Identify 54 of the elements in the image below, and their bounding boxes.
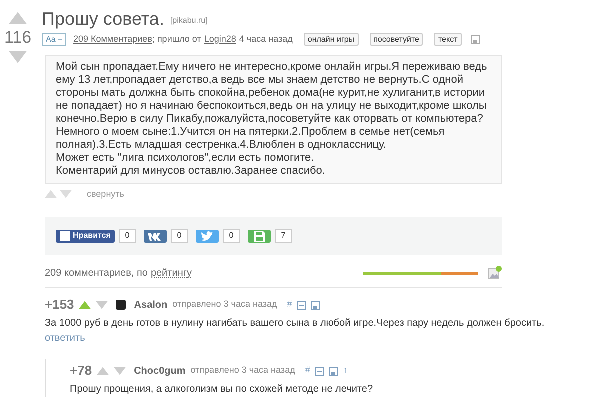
downvote-icon[interactable]: [114, 366, 126, 376]
minus-box-icon[interactable]: [297, 300, 306, 310]
permalink[interactable]: #: [305, 364, 310, 378]
vk-icon: [148, 232, 164, 240]
font-size-toggle[interactable]: Aa –: [42, 33, 66, 46]
post-source: [pikabu.ru]: [170, 15, 208, 27]
sort-link[interactable]: рейтингу: [150, 266, 192, 280]
from-text: ; пришло от: [152, 33, 202, 46]
share-count: 0: [171, 229, 188, 243]
comment-time: отправлено 3 часа назад: [190, 364, 296, 378]
save-icon[interactable]: [329, 366, 338, 376]
share-button[interactable]: [196, 230, 219, 242]
share-count: 0: [119, 229, 136, 243]
downvote-icon[interactable]: [96, 300, 108, 310]
image-check-icon[interactable]: [488, 266, 502, 280]
share-button[interactable]: [144, 230, 167, 242]
minus-box-icon[interactable]: [315, 366, 324, 376]
upvote-icon[interactable]: [79, 300, 92, 310]
comment-text: Прошу прощения, а алкоголизм вы по схожей методе не лечите?: [70, 383, 374, 397]
avatar-icon: [116, 300, 126, 310]
downvote-icon[interactable]: [60, 190, 72, 198]
share-count: 0: [223, 229, 240, 243]
save-icon[interactable]: [311, 300, 320, 310]
post-rating: 116: [4, 26, 32, 49]
parent-link[interactable]: ↑: [343, 364, 348, 378]
comment-author[interactable]: Choc0gum: [134, 364, 186, 378]
post-paragraph: Может есть "лига психологов",если есть помогите.: [56, 152, 316, 164]
save-icon[interactable]: [470, 35, 480, 44]
comment-text: За 1000 руб в день готов в нулину нагибать вашего сына в любой игре.Через пару недель должен бросить.: [45, 317, 545, 331]
comment-author[interactable]: Asalon: [134, 298, 168, 312]
comment-time: отправлено 3 часа назад: [172, 298, 278, 312]
comments-link[interactable]: 209 Комментариев: [73, 33, 152, 46]
comments-count: 209 комментариев, по: [45, 266, 148, 280]
comment-rating: +153: [45, 296, 74, 314]
tag[interactable]: текст: [434, 33, 462, 46]
tag[interactable]: онлайн игры: [304, 33, 359, 46]
save-icon: [254, 230, 265, 242]
comment-rating: +78: [70, 362, 92, 380]
permalink[interactable]: #: [287, 298, 292, 312]
upvote-icon[interactable]: [97, 366, 110, 376]
downvote-icon[interactable]: [9, 50, 27, 64]
post-paragraph: Мой сын пропадает.Ему ничего не интересно,кроме онлайн игры.Я переживаю ведь ему 13 лет,пропадает детство,а ведь все мы знаем детство не вернуть.С одной стороны мать должна быть спокойна,ребенок дома(не курит,не хулиганит,в истории не попадает) но я начинаю беспокоиться,ведь он на улицу не выходит,кроме школы конечно.Верю в силу Пикабу,пожалуйста,посоветуйте как оторвать от компьютера? Немного о моем сыне:1.Учится он на пятерки.2.Проблем в семье нет(семья полная).3.Есть младшая сестренка.4.Влюблен в одноклассницу.: [56, 60, 488, 152]
upvote-icon[interactable]: [9, 12, 27, 25]
reply-link[interactable]: ответить: [45, 332, 86, 345]
author-link[interactable]: Login28: [204, 33, 236, 46]
tag[interactable]: посоветуйте: [370, 33, 424, 46]
share-button[interactable]: Нравится: [56, 230, 115, 242]
bird-icon: [201, 230, 214, 242]
share-button[interactable]: [248, 230, 271, 242]
upvote-icon[interactable]: [45, 190, 57, 198]
post-paragraph: Коментарий для минусов оставлю.Заранее спасибо.: [56, 164, 326, 178]
post-title[interactable]: Прошу совета.: [42, 8, 164, 30]
post-time: 4 часа назад: [239, 33, 293, 46]
share-count: 7: [275, 229, 292, 243]
